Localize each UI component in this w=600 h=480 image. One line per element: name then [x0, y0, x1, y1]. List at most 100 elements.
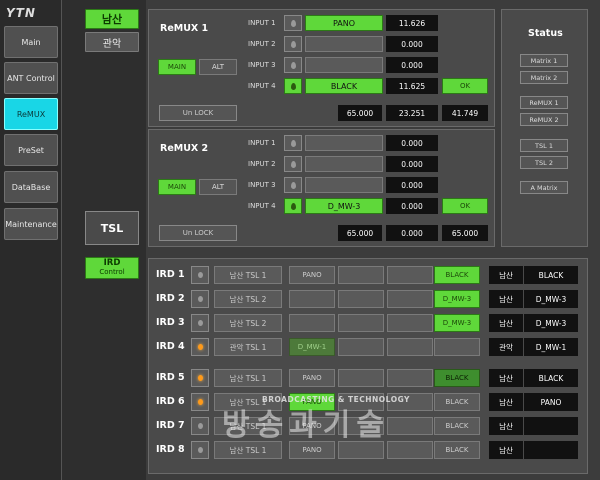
ird-location: 남산 — [489, 417, 523, 435]
status-led-icon[interactable] — [191, 290, 209, 308]
ird-source-cell[interactable]: BLACK — [434, 417, 480, 435]
drop-icon[interactable] — [284, 135, 302, 151]
status-remux1[interactable]: ReMUX 1 — [520, 96, 568, 109]
status-remux2[interactable]: ReMUX 2 — [520, 113, 568, 126]
ird-source-cell[interactable]: BLACK — [434, 393, 480, 411]
drop-icon[interactable] — [284, 156, 302, 172]
status-led-dot — [198, 447, 203, 453]
drop-icon[interactable] — [284, 15, 302, 31]
ird-tsl-select[interactable]: 남산 TSL 2 — [214, 290, 282, 308]
nav-main[interactable]: Main — [4, 26, 58, 58]
remux2-main-button[interactable]: MAIN — [158, 179, 196, 195]
remux2-input-row: INPUT 1 0.000 — [248, 134, 493, 152]
status-matrix2[interactable]: Matrix 2 — [520, 71, 568, 84]
ird-source-cell[interactable]: BLACK — [434, 369, 480, 387]
ird-source-cell[interactable] — [338, 314, 384, 332]
remux1-input-row: INPUT 1 PANO 11.626 — [248, 14, 493, 32]
remux2-alt-button[interactable]: ALT — [199, 179, 237, 195]
status-matrix1[interactable]: Matrix 1 — [520, 54, 568, 67]
remux1-input-row: INPUT 4 BLACK 11.625 OK — [248, 77, 493, 95]
nav-database[interactable]: DataBase — [4, 171, 58, 203]
site-namsan-button[interactable]: 남산 — [85, 9, 139, 29]
ird-location: 남산 — [489, 441, 523, 459]
ird-source-cell[interactable] — [338, 338, 384, 356]
ird-source-cell[interactable]: PANO — [289, 266, 335, 284]
status-led-icon[interactable] — [191, 369, 209, 387]
remux2-input-bitrate: 0.000 — [386, 177, 438, 193]
ird-source-cell[interactable] — [434, 338, 480, 356]
ird-source-cell[interactable] — [387, 369, 433, 387]
status-led-icon[interactable] — [191, 338, 209, 356]
nav-ant-control[interactable]: ANT Control — [4, 62, 58, 94]
ird-tsl-select[interactable]: 남산 TSL 1 — [214, 369, 282, 387]
ird-source-cell[interactable] — [387, 441, 433, 459]
ird-current-source: PANO — [524, 393, 578, 411]
ird-source-cell[interactable] — [387, 290, 433, 308]
ird-source-cell[interactable]: D_MW-3 — [434, 290, 480, 308]
drop-icon-dot — [291, 161, 296, 168]
ird-tsl-select[interactable]: 관악 TSL 1 — [214, 338, 282, 356]
remux1-input-ok-button[interactable]: OK — [442, 78, 488, 94]
status-tsl2[interactable]: TSL 2 — [520, 156, 568, 169]
remux1-unlock-button[interactable]: Un LOCK — [159, 105, 237, 121]
ird-source-cell[interactable] — [387, 314, 433, 332]
remux1-input-source[interactable]: BLACK — [305, 78, 383, 94]
ird-source-cell[interactable] — [289, 290, 335, 308]
remux1-input-source[interactable] — [305, 36, 383, 52]
ird-location: 남산 — [489, 369, 523, 387]
status-led-icon[interactable] — [191, 417, 209, 435]
nav-maintenance[interactable]: Maintenance — [4, 208, 58, 240]
status-led-icon[interactable] — [191, 393, 209, 411]
ird-source-cell[interactable] — [387, 266, 433, 284]
remux2-input-source[interactable] — [305, 156, 383, 172]
ird-source-cell[interactable]: D_MW-3 — [434, 314, 480, 332]
status-led-icon[interactable] — [191, 441, 209, 459]
remux1-title: ReMUX 1 — [160, 23, 209, 34]
remux1-input-source[interactable]: PANO — [305, 15, 383, 31]
drop-icon[interactable] — [284, 36, 302, 52]
nav-preset[interactable]: PreSet — [4, 134, 58, 166]
status-tsl1[interactable]: TSL 1 — [520, 139, 568, 152]
logo: YTN — [6, 6, 36, 20]
status-led-icon[interactable] — [191, 314, 209, 332]
remux2-input-source[interactable] — [305, 177, 383, 193]
ird-source-cell[interactable] — [338, 290, 384, 308]
status-a-matrix[interactable]: A Matrix — [520, 181, 568, 194]
drop-icon[interactable] — [284, 198, 302, 214]
status-title: Status — [528, 28, 563, 39]
ird-source-cell[interactable] — [387, 417, 433, 435]
remux2-input-row: INPUT 4 D_MW-3 0.000 OK — [248, 197, 493, 215]
ird-source-cell[interactable] — [338, 266, 384, 284]
ird-source-cell[interactable] — [387, 338, 433, 356]
drop-icon-dot — [291, 41, 296, 48]
drop-icon[interactable] — [284, 57, 302, 73]
drop-icon[interactable] — [284, 78, 302, 94]
remux2-input-ok-button[interactable]: OK — [442, 198, 488, 214]
ird-tsl-select[interactable]: 남산 TSL 1 — [214, 266, 282, 284]
ird-source-cell[interactable]: D_MW-1 — [289, 338, 335, 356]
remux1-main-button[interactable]: MAIN — [158, 59, 196, 75]
status-led-icon[interactable] — [191, 266, 209, 284]
ird-source-cell[interactable]: BLACK — [434, 266, 480, 284]
tsl-button[interactable]: TSL — [85, 211, 139, 245]
ird-current-source: D_MW-3 — [524, 290, 578, 308]
remux1-alt-button[interactable]: ALT — [199, 59, 237, 75]
ird-current-source: D_MW-1 — [524, 338, 578, 356]
remux2-input-source[interactable]: D_MW-3 — [305, 198, 383, 214]
remux2-input-source[interactable] — [305, 135, 383, 151]
remux2-unlock-button[interactable]: Un LOCK — [159, 225, 237, 241]
ird-source-cell[interactable] — [338, 369, 384, 387]
remux2-input-bitrate: 0.000 — [386, 156, 438, 172]
ird-tsl-select[interactable]: 남산 TSL 2 — [214, 314, 282, 332]
remux2-title: ReMUX 2 — [160, 143, 209, 154]
site-gwanak-button[interactable]: 관악 — [85, 32, 139, 52]
ird-source-cell[interactable]: PANO — [289, 369, 335, 387]
ird-control-button[interactable]: IRD Control — [85, 257, 139, 279]
remux1-input-source[interactable] — [305, 57, 383, 73]
ird-current-source: BLACK — [524, 369, 578, 387]
drop-icon[interactable] — [284, 177, 302, 193]
ird-source-cell[interactable]: BLACK — [434, 441, 480, 459]
ird-location: 남산 — [489, 393, 523, 411]
nav-remux[interactable]: ReMUX — [4, 98, 58, 130]
ird-source-cell[interactable] — [289, 314, 335, 332]
